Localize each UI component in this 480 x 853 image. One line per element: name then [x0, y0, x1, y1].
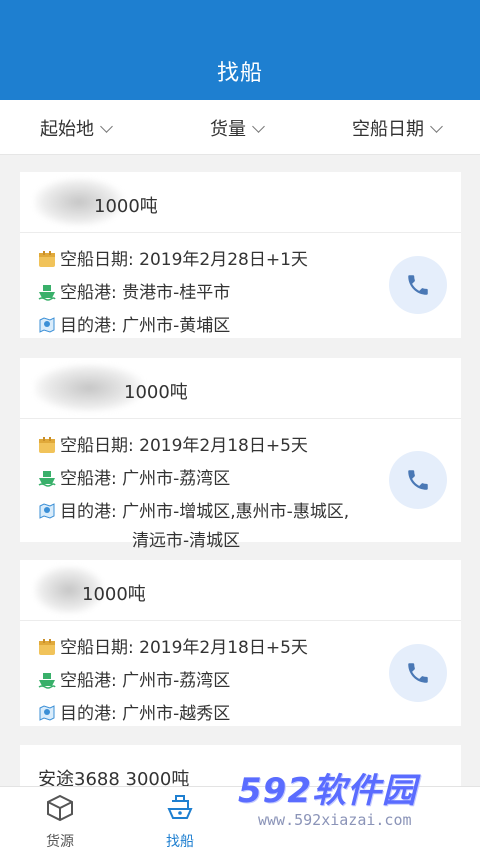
tab-find-ship[interactable]: 找船 — [140, 793, 220, 851]
chevron-down-icon — [100, 120, 113, 133]
map-pin-icon — [39, 317, 55, 333]
empty-date-value: 2019年2月18日+5天 — [139, 436, 308, 456]
empty-date-row: 空船日期: 2019年2月18日+5天 — [38, 633, 308, 658]
chevron-down-icon — [252, 120, 265, 133]
map-pin-icon — [39, 705, 55, 721]
call-button[interactable] — [389, 451, 447, 509]
filter-cargo-volume-label: 货量 — [210, 119, 246, 140]
destination-value: 广州市-越秀区 — [122, 704, 231, 724]
tab-cargo-label: 货源 — [46, 834, 74, 850]
empty-port-row: 空船港: 广州市-荔湾区 — [38, 666, 230, 691]
empty-date-row: 空船日期: 2019年2月18日+5天 — [38, 431, 308, 456]
destination-value: 广州市-增城区,惠州市-惠城区, — [122, 502, 350, 522]
calendar-icon — [39, 251, 55, 267]
ship-icon — [38, 285, 56, 301]
empty-date-label: 空船日期: — [60, 638, 134, 658]
ship-card[interactable]: 1000吨 空船日期: 2019年2月18日+5天 空船港: 广州市-荔湾区 目… — [20, 560, 461, 726]
ship-card[interactable]: 1000吨 空船日期: 2019年2月28日+1天 空船港: 贵港市-桂平市 目… — [20, 172, 461, 338]
ship-card-header: 1000吨 — [20, 172, 461, 233]
app-header: 找船 — [0, 0, 480, 100]
calendar-icon — [39, 639, 55, 655]
filter-empty-date[interactable]: 空船日期 — [352, 115, 443, 141]
ship-tonnage: 1000吨 — [124, 382, 188, 403]
empty-port-label: 空船港: — [60, 671, 117, 691]
bottom-tab-bar: 货源 找船 — [0, 786, 480, 853]
phone-icon — [408, 275, 428, 295]
filter-empty-date-label: 空船日期 — [352, 119, 424, 140]
empty-port-row: 空船港: 广州市-荔湾区 — [38, 464, 230, 489]
ship-icon — [38, 673, 56, 689]
ship-card-header: 1000吨 — [20, 560, 461, 621]
tab-find-ship-label: 找船 — [166, 834, 194, 850]
ship-tonnage: 1000吨 — [82, 584, 146, 605]
map-pin-icon — [39, 503, 55, 519]
empty-date-row: 空船日期: 2019年2月28日+1天 — [38, 245, 308, 270]
phone-icon — [408, 663, 428, 683]
empty-port-row: 空船港: 贵港市-桂平市 — [38, 278, 230, 303]
ship-icon — [38, 471, 56, 487]
filter-cargo-volume[interactable]: 货量 — [210, 115, 265, 141]
cargo-box-icon — [47, 794, 73, 822]
page-title: 找船 — [216, 61, 263, 86]
empty-date-value: 2019年2月28日+1天 — [139, 250, 308, 270]
destination-label: 目的港: — [60, 704, 117, 724]
destination-value-continued: 清远市-清城区 — [132, 531, 241, 551]
chevron-down-icon — [430, 120, 443, 133]
ship-card[interactable]: 1000吨 空船日期: 2019年2月18日+5天 空船港: 广州市-荔湾区 目… — [20, 358, 461, 551]
ship-tonnage: 1000吨 — [94, 196, 158, 217]
calendar-icon — [39, 437, 55, 453]
empty-port-value: 广州市-荔湾区 — [122, 671, 231, 691]
empty-port-value: 贵港市-桂平市 — [122, 283, 231, 303]
empty-date-label: 空船日期: — [60, 250, 134, 270]
destination-row: 目的港: 广州市-增城区,惠州市-惠城区, 清远市-清城区 — [38, 497, 349, 551]
destination-value: 广州市-黄埔区 — [122, 316, 231, 336]
call-button[interactable] — [389, 256, 447, 314]
ship-icon — [167, 795, 193, 819]
tab-cargo[interactable]: 货源 — [20, 793, 100, 851]
empty-date-label: 空船日期: — [60, 436, 134, 456]
destination-label: 目的港: — [60, 502, 117, 522]
destination-row: 目的港: 广州市-黄埔区 — [38, 311, 230, 336]
destination-label: 目的港: — [60, 316, 117, 336]
empty-date-value: 2019年2月18日+5天 — [139, 638, 308, 658]
empty-port-value: 广州市-荔湾区 — [122, 469, 231, 489]
filter-origin[interactable]: 起始地 — [40, 115, 113, 141]
ship-card-header: 1000吨 — [20, 358, 461, 419]
empty-port-label: 空船港: — [60, 283, 117, 303]
filter-origin-label: 起始地 — [40, 119, 94, 140]
call-button[interactable] — [389, 644, 447, 702]
empty-port-label: 空船港: — [60, 469, 117, 489]
destination-row: 目的港: 广州市-越秀区 — [38, 699, 230, 724]
filter-bar: 起始地 货量 空船日期 — [0, 100, 480, 155]
phone-icon — [408, 470, 428, 490]
